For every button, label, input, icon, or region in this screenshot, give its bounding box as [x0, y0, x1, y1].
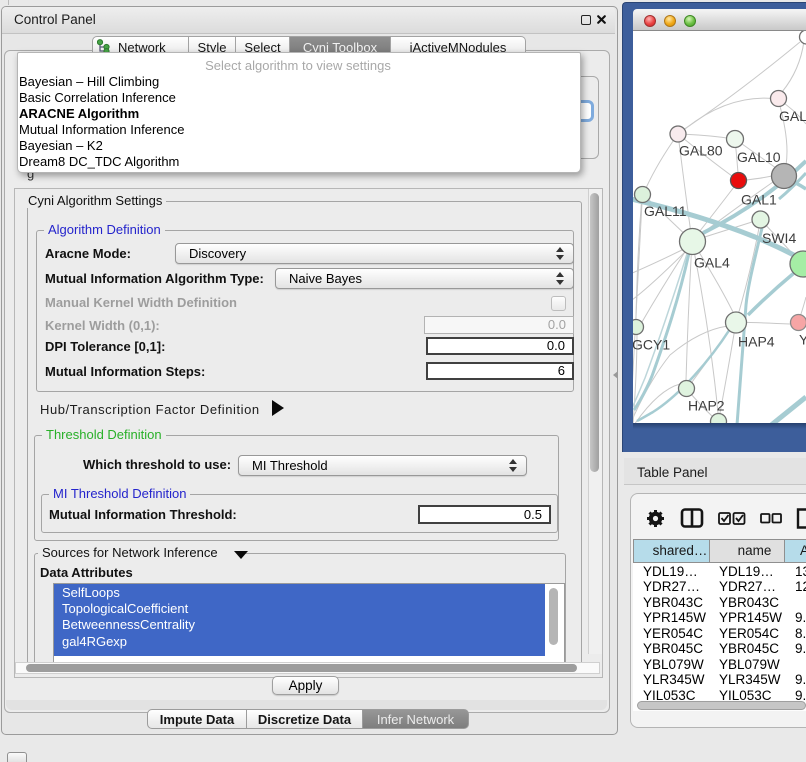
svg-text:HAP2: HAP2 — [688, 398, 725, 414]
svg-text:GAL1: GAL1 — [741, 192, 777, 208]
svg-text:GAL80: GAL80 — [679, 143, 723, 159]
svg-text:HAP4: HAP4 — [738, 334, 775, 350]
svg-text:GAL: GAL — [779, 108, 806, 124]
svg-text:GAL4: GAL4 — [694, 255, 730, 271]
svg-text:GAL10: GAL10 — [737, 149, 781, 165]
svg-text:Y: Y — [799, 332, 806, 348]
svg-text:SWI4: SWI4 — [762, 230, 796, 246]
svg-text:GAL11: GAL11 — [644, 203, 687, 219]
svg-text:GCY1: GCY1 — [633, 337, 670, 353]
